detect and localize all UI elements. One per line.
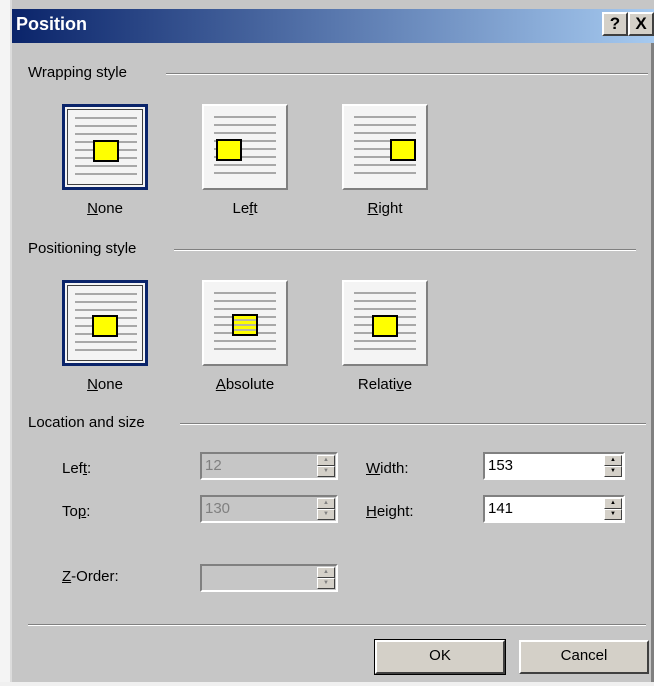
help-icon: ? <box>609 14 621 33</box>
width-spin-buttons: ▲ ▼ <box>604 455 622 477</box>
image-box-icon <box>390 139 416 161</box>
spin-down-icon[interactable]: ▼ <box>604 509 622 520</box>
title-bar[interactable]: Position ? X <box>12 9 654 43</box>
top-label: Top: <box>62 503 91 520</box>
spin-up-icon[interactable]: ▲ <box>604 455 622 466</box>
height-label: Height: <box>366 503 414 520</box>
top-spinner[interactable]: 130 ▲ ▼ <box>200 495 338 523</box>
width-spinner[interactable]: 153 ▲ ▼ <box>483 452 625 480</box>
height-value: 141 <box>488 500 514 517</box>
spin-up-icon[interactable]: ▲ <box>317 567 335 578</box>
spin-up-icon[interactable]: ▲ <box>317 498 335 509</box>
positioning-divider <box>174 249 636 251</box>
left-value: 12 <box>205 457 222 474</box>
width-value: 153 <box>488 457 514 474</box>
wrap-none-option[interactable] <box>62 104 148 190</box>
pos-none-label: None <box>87 376 123 393</box>
pos-relative-label: Relative <box>357 376 413 393</box>
ok-button[interactable]: OK <box>374 639 506 675</box>
image-behind-text-icon <box>232 314 258 336</box>
position-dialog: Position ? X Wrapping style None Left Ri… <box>0 0 654 686</box>
width-label: Width: <box>366 460 409 477</box>
spin-up-icon[interactable]: ▲ <box>317 455 335 466</box>
left-border <box>0 0 10 686</box>
height-spin-buttons: ▲ ▼ <box>604 498 622 520</box>
wrap-none-label: None <box>87 200 123 217</box>
left-label: Left: <box>62 460 92 477</box>
close-button[interactable]: X <box>628 12 654 36</box>
spin-down-icon[interactable]: ▼ <box>604 466 622 477</box>
pos-none-option[interactable] <box>62 280 148 366</box>
wrapping-style-heading: Wrapping style <box>28 64 127 81</box>
wrap-left-option[interactable] <box>202 104 288 190</box>
top-spin-buttons: ▲ ▼ <box>317 498 335 520</box>
wrap-left-label: Left <box>232 200 258 217</box>
zorder-spinner[interactable]: ▲ ▼ <box>200 564 338 592</box>
left-border-shadow <box>10 0 12 686</box>
spin-down-icon[interactable]: ▼ <box>317 466 335 477</box>
dialog-title: Position <box>16 14 87 34</box>
help-button[interactable]: ? <box>602 12 628 36</box>
wrapping-divider <box>166 73 648 75</box>
positioning-style-heading: Positioning style <box>28 240 137 257</box>
spin-down-icon[interactable]: ▼ <box>317 509 335 520</box>
bottom-border <box>0 682 654 686</box>
image-box-icon <box>92 315 118 337</box>
pos-absolute-option[interactable] <box>202 280 288 366</box>
image-box-icon <box>216 139 242 161</box>
wrap-right-option[interactable] <box>342 104 428 190</box>
cancel-button[interactable]: Cancel <box>519 640 649 674</box>
left-spin-buttons: ▲ ▼ <box>317 455 335 477</box>
zorder-spin-buttons: ▲ ▼ <box>317 567 335 589</box>
wrap-right-label: Right <box>367 200 403 217</box>
zorder-label: Z-Order: <box>62 568 119 585</box>
top-value: 130 <box>205 500 231 517</box>
image-box-icon <box>93 140 119 162</box>
left-spinner[interactable]: 12 ▲ ▼ <box>200 452 338 480</box>
image-box-icon <box>372 315 398 337</box>
footer-divider <box>28 624 646 626</box>
close-icon: X <box>635 14 647 33</box>
location-divider <box>180 423 646 425</box>
pos-relative-option[interactable] <box>342 280 428 366</box>
height-spinner[interactable]: 141 ▲ ▼ <box>483 495 625 523</box>
pos-absolute-label: Absolute <box>215 376 275 393</box>
location-size-heading: Location and size <box>28 414 145 431</box>
spin-down-icon[interactable]: ▼ <box>317 578 335 589</box>
spin-up-icon[interactable]: ▲ <box>604 498 622 509</box>
